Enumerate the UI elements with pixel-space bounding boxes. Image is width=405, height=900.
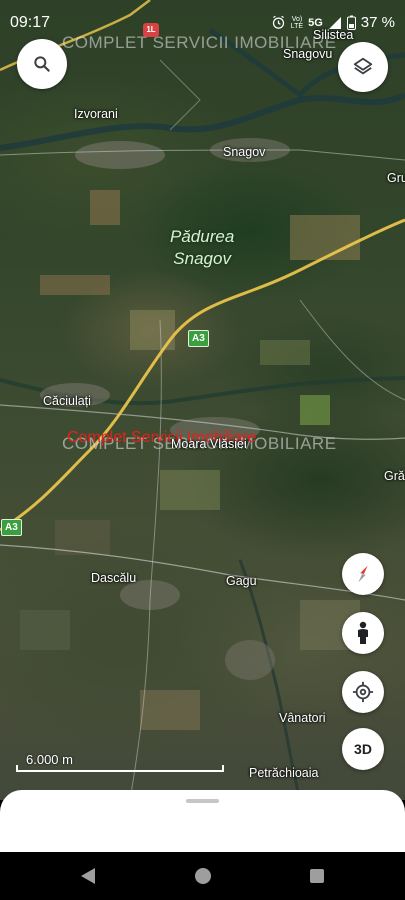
road-shield-a3-upper: A3 [188,330,209,347]
search-icon [34,56,50,72]
status-time: 09:17 [10,14,51,31]
place-caciulati[interactable]: Căciulați [43,394,91,408]
layers-icon [353,57,373,75]
search-button[interactable] [17,39,67,89]
nav-back-button[interactable] [76,864,100,888]
signal-icon [328,16,341,29]
place-gr-east-2[interactable]: Gră [384,469,405,483]
nav-home-button[interactable] [191,864,215,888]
forest-label-line2: Snagov [173,249,231,268]
forest-label-line1: Pădurea [170,227,235,246]
place-gr-east[interactable]: Gru [387,171,405,185]
place-snagovu[interactable]: Snagovu [283,47,332,61]
home-icon [195,868,211,884]
compass-icon [358,565,368,583]
place-izvorani[interactable]: Izvorani [74,107,118,121]
recents-icon [310,869,324,883]
volte-top: Vo) [291,15,303,23]
street-view-button[interactable] [342,612,384,654]
scale-ruler [16,765,224,772]
3d-label: 3D [354,741,372,757]
network-type: 5G [308,16,323,29]
place-dascalu[interactable]: Dascălu [91,571,136,585]
back-icon [81,868,95,884]
battery-level: 37 % [360,14,395,31]
place-moara-vlasiei[interactable]: Moara Vlăsiei [171,437,247,451]
place-gagu[interactable]: Gagu [226,574,257,588]
layers-button[interactable] [338,42,388,92]
sheet-drag-handle[interactable] [186,799,219,803]
volte-bottom: LTE [290,22,304,30]
bottom-sheet[interactable] [0,790,405,852]
status-icons: Vo) LTE 5G 37 % [271,14,395,31]
place-snagov[interactable]: Snagov [223,145,265,159]
system-navigation-bar [0,852,405,900]
volte-indicator: Vo) LTE [291,16,303,30]
forest-label[interactable]: Pădurea Snagov [170,226,234,270]
road-shield-a3-lower: A3 [1,519,22,536]
3d-toggle-button[interactable]: 3D [342,728,384,770]
place-petrachioaia[interactable]: Petrăchioaia [249,766,319,780]
my-location-icon [352,681,374,703]
place-vanatori[interactable]: Vânatori [279,711,326,725]
my-location-button[interactable] [342,671,384,713]
nav-recents-button[interactable] [305,864,329,888]
scale-bar: 6.000 m [16,752,226,776]
status-bar: 09:17 Vo) LTE 5G 37 % [0,0,405,44]
battery-icon [346,15,356,30]
compass-button[interactable] [342,553,384,595]
alarm-icon [272,15,284,29]
pegman-icon [358,621,368,644]
